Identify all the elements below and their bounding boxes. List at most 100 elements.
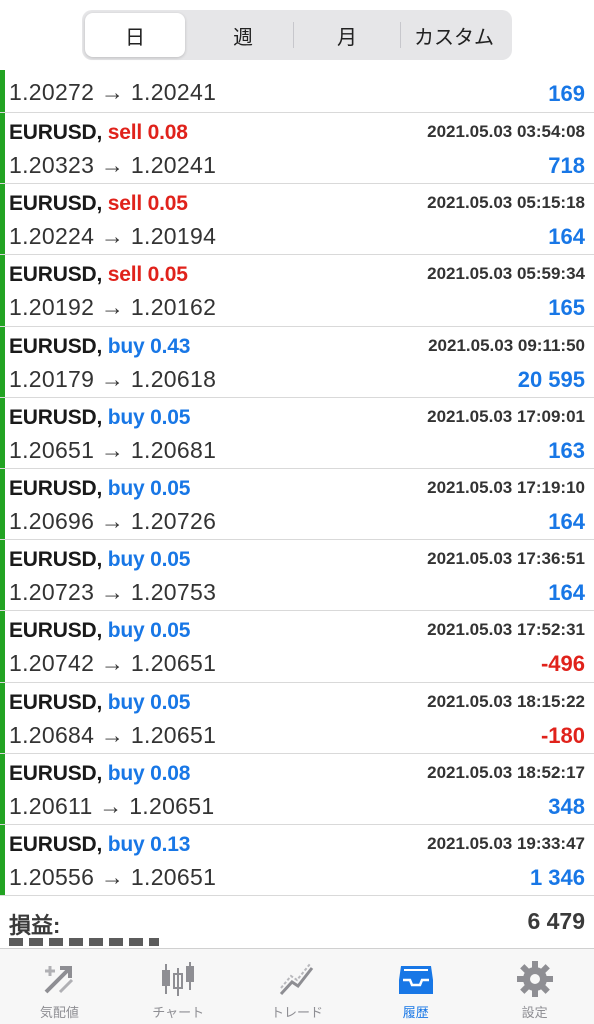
trade-row-partial[interactable]: 1.20272 → 1.20241 169 (0, 70, 594, 113)
trade-side-bar (0, 824, 5, 896)
period-tab-day[interactable]: 日 (85, 13, 185, 57)
trade-profit: -180 (540, 722, 585, 748)
trade-title: EURUSD, buy 0.43 (9, 335, 190, 359)
trade-side-bar (0, 113, 5, 184)
profit-summary-label: 損益: (9, 913, 61, 938)
trade-row[interactable]: EURUSD, sell 0.05 2021.05.03 05:59:34 1.20… (0, 255, 594, 327)
trade-title: EURUSD, buy 0.05 (9, 477, 190, 501)
trade-symbol: EURUSD, (9, 263, 103, 287)
trade-row[interactable]: EURUSD, buy 0.05 2021.05.03 17:52:31 1.207… (0, 611, 594, 683)
trade-side-bar (0, 326, 5, 397)
period-segmented-control: 日 週 月 カスタム (82, 10, 512, 60)
trade-price-range: 1.20696 → 1.20726 (9, 507, 217, 534)
period-tab-week[interactable]: 週 (193, 13, 293, 57)
trade-row[interactable]: EURUSD, sell 0.08 2021.05.03 03:54:08 1.20… (0, 113, 594, 185)
trade-side-bar (0, 397, 5, 468)
trade-side-volume: buy 0.43 (107, 334, 191, 358)
tab-settings[interactable]: 設定 (475, 949, 594, 1024)
tab-settings-label: 設定 (521, 1005, 548, 1020)
trade-title: EURUSD, buy 0.05 (9, 619, 190, 643)
trade-price-range: 1.20556 → 1.20651 (9, 863, 217, 890)
profit-summary: 損益: 6 479 (0, 896, 594, 946)
trade-price-range: 1.20323 → 1.20241 (9, 152, 217, 178)
trade-profit: 348 (548, 793, 585, 819)
trade-title: EURUSD, buy 0.13 (9, 833, 190, 857)
trade-price-range: 1.20611 → 1.20651 (9, 792, 215, 819)
candlestick-chart-icon (162, 962, 195, 996)
trade-row[interactable]: EURUSD, buy 0.08 2021.05.03 18:52:17 1.206… (0, 753, 594, 825)
trade-row[interactable]: EURUSD, buy 0.43 2021.05.03 09:11:50 1.201… (0, 326, 594, 398)
trade-side-bar (0, 255, 5, 326)
trade-profit: -496 (540, 651, 585, 677)
trade-side-volume: buy 0.08 (107, 761, 191, 785)
trade-time: 2021.05.03 18:52:17 (427, 762, 585, 782)
trade-side-bar (0, 540, 5, 611)
gear-icon (516, 961, 553, 997)
trade-price-range: 1.20224 → 1.20194 (9, 223, 217, 250)
trade-profit: 169 (548, 81, 585, 106)
period-tab-custom[interactable]: カスタム (401, 13, 507, 57)
trade-title: EURUSD, sell 0.05 (9, 192, 188, 216)
trade-side-volume: buy 0.05 (107, 690, 191, 714)
trade-time: 2021.05.03 05:59:34 (427, 264, 585, 284)
trade-title: EURUSD, buy 0.08 (9, 762, 190, 786)
tab-chart-label: チャート (152, 1005, 205, 1020)
trade-side-volume: buy 0.05 (107, 476, 191, 500)
tab-history-label: 履歴 (402, 1005, 429, 1020)
trade-symbol: EURUSD, (9, 548, 103, 572)
tab-trade-label: トレード (270, 1005, 323, 1020)
trade-time: 2021.05.03 17:09:01 (427, 406, 585, 426)
trade-row[interactable]: EURUSD, buy 0.05 2021.05.03 17:09:01 1.206… (0, 397, 594, 469)
trade-title: EURUSD, buy 0.05 (9, 406, 190, 430)
trade-row[interactable]: EURUSD, sell 0.05 2021.05.03 05:15:18 1.20… (0, 184, 594, 256)
trade-time: 2021.05.03 17:19:10 (427, 477, 585, 497)
trade-symbol: EURUSD, (9, 761, 103, 785)
trade-time: 2021.05.03 09:11:50 (428, 335, 585, 355)
trade-title: EURUSD, sell 0.05 (9, 263, 188, 287)
profit-summary-value: 6 479 (527, 908, 585, 934)
period-tab-month[interactable]: 月 (294, 13, 400, 57)
trade-profit: 718 (548, 153, 585, 178)
trade-history-list[interactable]: 1.20272 → 1.20241 169 EURUSD, sell 0.08 2… (0, 70, 594, 897)
tab-history[interactable]: 履歴 (356, 949, 475, 1024)
trade-title: EURUSD, buy 0.05 (9, 548, 190, 572)
trade-symbol: EURUSD, (9, 832, 103, 856)
trade-side-bar (0, 611, 5, 682)
trade-side-volume: sell 0.05 (107, 192, 188, 216)
period-segment-bar: 日 週 月 カスタム (0, 0, 594, 70)
trade-side-bar (0, 70, 5, 112)
trade-side-bar (0, 184, 5, 255)
trade-row[interactable]: EURUSD, buy 0.13 2021.05.03 19:33:47 1.205… (0, 824, 594, 897)
trade-price-range: 1.20651 → 1.20681 (9, 436, 217, 463)
trade-row[interactable]: EURUSD, buy 0.05 2021.05.03 18:15:22 1.206… (0, 682, 594, 754)
trade-side-volume: sell 0.08 (107, 121, 188, 144)
trade-symbol: EURUSD, (9, 405, 103, 429)
trade-price-range: 1.20723 → 1.20753 (9, 579, 217, 606)
trade-price-range: 1.20192 → 1.20162 (9, 294, 217, 321)
tab-quotes-label: 気配値 (39, 1005, 79, 1020)
trade-price-range: 1.20742 → 1.20651 (9, 650, 217, 677)
trade-side-volume: buy 0.05 (107, 548, 191, 572)
trade-symbol: EURUSD, (9, 121, 103, 144)
history-tray-icon (398, 966, 433, 994)
trade-row[interactable]: EURUSD, buy 0.05 2021.05.03 17:19:10 1.206… (0, 468, 594, 541)
tab-quotes[interactable]: 気配値 (0, 949, 119, 1024)
trade-time: 2021.05.03 18:15:22 (427, 691, 585, 711)
trade-side-bar (0, 682, 5, 753)
trade-title: EURUSD, buy 0.05 (9, 691, 190, 715)
trade-profit: 20 595 (517, 366, 585, 392)
trade-row[interactable]: EURUSD, buy 0.05 2021.05.03 17:36:51 1.207… (0, 540, 594, 612)
trade-price-range: 1.20179 → 1.20618 (9, 365, 217, 392)
trade-side-volume: buy 0.05 (107, 405, 191, 429)
tab-chart[interactable]: チャート (119, 949, 238, 1024)
trade-profit: 163 (548, 437, 585, 463)
trade-side-volume: buy 0.05 (107, 619, 191, 643)
trade-profit: 164 (548, 580, 585, 606)
trade-profit: 164 (548, 224, 585, 250)
trade-price-range: 1.20684 → 1.20651 (9, 721, 217, 748)
trade-profit: 165 (548, 295, 585, 321)
trade-side-bar (0, 753, 5, 824)
trade-side-volume: sell 0.05 (107, 263, 188, 287)
trade-symbol: EURUSD, (9, 192, 103, 216)
tab-trade[interactable]: トレード (238, 949, 357, 1024)
